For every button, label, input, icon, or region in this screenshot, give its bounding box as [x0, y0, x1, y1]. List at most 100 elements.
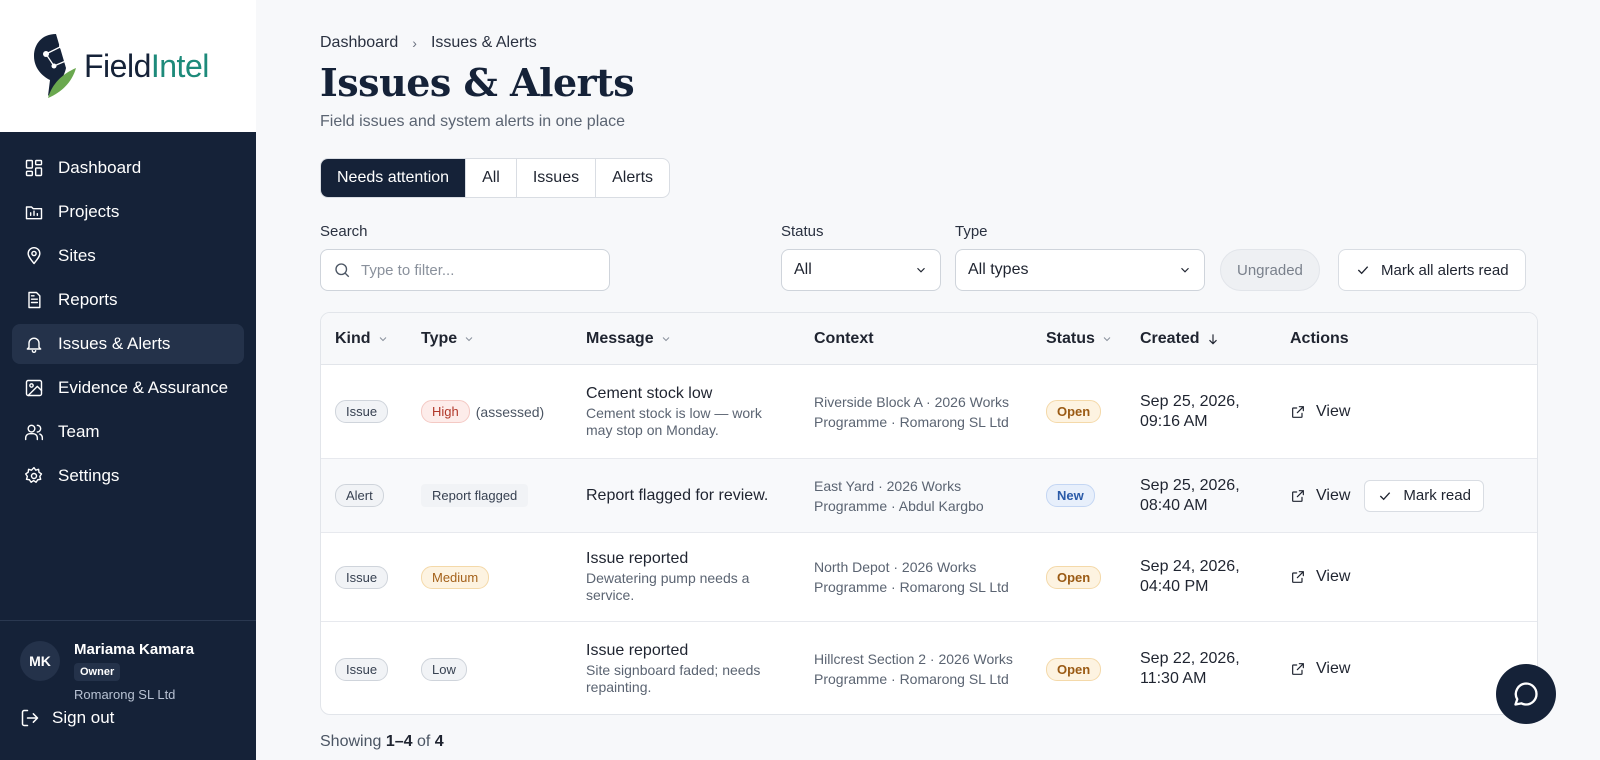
column-header-label: Created	[1140, 330, 1200, 347]
arrow-down-icon	[1208, 334, 1217, 345]
chat-button[interactable]	[1496, 664, 1556, 724]
bell-icon	[26, 337, 42, 353]
view-button[interactable]: View	[1290, 403, 1350, 421]
sign-out-icon	[21, 709, 39, 727]
mark-read-button[interactable]: Mark read	[1364, 479, 1484, 512]
view-label: View	[1316, 568, 1351, 585]
column-header-actions: Actions	[1290, 313, 1349, 365]
sidebar-item-evidence-assurance[interactable]: Evidence & Assurance	[12, 368, 244, 408]
breadcrumb: Dashboard › Issues & Alerts	[320, 34, 537, 52]
tab-needs-attention[interactable]: Needs attention	[321, 159, 467, 197]
sidebar-item-dashboard[interactable]: Dashboard	[12, 148, 244, 188]
view-label: View	[1316, 660, 1351, 677]
showing-prefix: Showing	[320, 733, 382, 750]
sidebar-item-label: Settings	[58, 466, 120, 485]
message-title: Issue reported	[586, 550, 689, 567]
severity-badge: Low	[421, 657, 467, 681]
mark-all-alerts-read-button[interactable]: Mark all alerts read	[1338, 249, 1526, 291]
context-text: Hillcrest Section 2 · 2026 Works Program…	[814, 651, 1013, 687]
logo[interactable]: FieldIntel	[0, 0, 256, 132]
view-button[interactable]: View	[1290, 487, 1350, 505]
message-detail: Site signboard faded; needs repainting.	[586, 662, 761, 695]
column-header-context: Context	[814, 313, 874, 365]
showing-range: 1–4	[385, 733, 413, 750]
message-detail: Cement stock is low — work may stop on M…	[586, 404, 762, 438]
status-badge: Open	[1046, 657, 1102, 681]
kind-badge: Issue	[335, 400, 389, 423]
column-header-type[interactable]: Type	[421, 313, 475, 365]
search-label: Search	[320, 223, 368, 240]
message-title: Issue reported	[586, 642, 689, 659]
tab-issues[interactable]: Issues	[517, 159, 597, 197]
column-header-kind[interactable]: Kind	[335, 313, 389, 365]
page-subtitle: Field issues and system alerts in one pl…	[320, 113, 626, 130]
users-icon	[24, 424, 44, 441]
document-icon	[28, 291, 41, 309]
tab-alerts[interactable]: Alerts	[596, 159, 669, 197]
column-header-label: Context	[814, 330, 874, 347]
tab-all[interactable]: All	[466, 159, 517, 197]
search-field	[320, 249, 610, 291]
created-date: Sep 22, 2026, 11:30 AM	[1140, 650, 1240, 687]
sidebar-item-label: Projects	[58, 202, 120, 221]
chat-bubble-icon	[1514, 682, 1538, 706]
chevron-right-icon: ›	[412, 35, 417, 51]
map-pin-icon	[27, 246, 41, 265]
sidebar-item-label: Dashboard	[58, 158, 142, 177]
sidebar-item-reports[interactable]: Reports	[12, 280, 244, 320]
column-header-message[interactable]: Message	[586, 313, 672, 365]
kind-badge: Issue	[335, 657, 389, 681]
sign-out-button[interactable]: Sign out	[20, 708, 114, 728]
sidebar-item-issues-alerts[interactable]: Issues & Alerts	[12, 324, 244, 364]
kind-badge: Issue	[335, 565, 389, 589]
showing-of: of	[416, 733, 431, 750]
sidebar-item-label: Reports	[58, 290, 118, 309]
sidebar-item-team[interactable]: Team	[12, 412, 244, 452]
pagination-summary: Showing 1–4 of 4	[320, 733, 444, 751]
search-input[interactable]	[361, 261, 591, 279]
sidebar-item-projects[interactable]: Projects	[12, 192, 244, 232]
sidebar-item-settings[interactable]: Settings	[12, 456, 244, 496]
created-date: Sep 25, 2026, 08:40 AM	[1140, 476, 1240, 514]
breadcrumb-link-dashboard[interactable]: Dashboard	[320, 34, 398, 52]
context-text: North Depot · 2026 Works Programme · Rom…	[814, 559, 1009, 595]
user-org: Romarong SL Ltd	[74, 687, 176, 702]
table-row[interactable]: Issue Medium Issue reported Dewatering pu…	[321, 533, 1537, 622]
type-badge: Report flagged	[421, 484, 529, 507]
view-button[interactable]: View	[1290, 660, 1350, 678]
sidebar-item-sites[interactable]: Sites	[12, 236, 244, 276]
status-badge: New	[1046, 484, 1095, 507]
message-title: Cement stock low	[586, 384, 713, 402]
chevron-down-icon	[379, 337, 386, 342]
filter-tabs: Needs attention All Issues Alerts	[320, 158, 671, 198]
sidebar-item-label: Sites	[58, 246, 96, 265]
view-button[interactable]: View	[1290, 568, 1350, 586]
external-link-icon	[1292, 489, 1304, 502]
column-header-created[interactable]: Created	[1140, 313, 1220, 365]
avatar[interactable]: MK	[20, 641, 60, 681]
assessed-note: (assessed)	[475, 403, 545, 420]
ungraded-toggle-button[interactable]: Ungraded	[1220, 249, 1320, 291]
table-row[interactable]: Alert Report flagged Report flagged for …	[321, 459, 1537, 533]
column-header-label: Status	[1046, 330, 1095, 347]
table-row[interactable]: Issue Low Issue reported Site signboard f…	[321, 622, 1537, 714]
created-date: Sep 24, 2026, 04:40 PM	[1140, 558, 1240, 595]
table-row[interactable]: Issue High (assessed) Cement stock low Cem…	[321, 365, 1537, 459]
status-label: Status	[781, 223, 824, 240]
severity-badge: High	[421, 400, 470, 423]
mark-read-label: Mark read	[1403, 487, 1471, 504]
external-link-icon	[1292, 571, 1304, 583]
type-select[interactable]: All types	[955, 249, 1205, 291]
column-header-status[interactable]: Status	[1046, 313, 1113, 365]
column-header-label: Actions	[1290, 330, 1349, 347]
type-label: Type	[955, 223, 988, 240]
chevron-down-icon	[662, 337, 669, 342]
sidebar-nav: Dashboard Projects Sites Reports Issues …	[0, 132, 256, 496]
check-icon	[1357, 266, 1369, 275]
sidebar-item-label: Issues & Alerts	[58, 334, 171, 353]
view-label: View	[1316, 486, 1351, 504]
view-label: View	[1316, 402, 1351, 420]
status-badge: Open	[1046, 565, 1102, 589]
status-select[interactable]: All	[781, 249, 941, 291]
kind-badge: Alert	[335, 484, 384, 507]
